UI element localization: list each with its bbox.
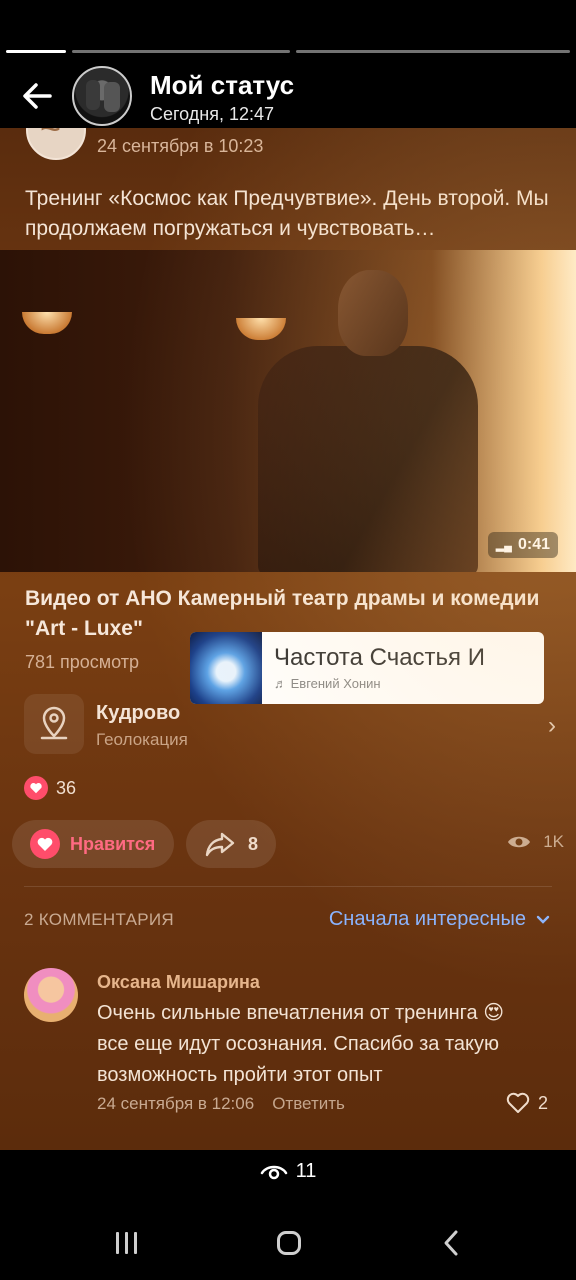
video-views: 781 просмотр [25, 652, 140, 672]
divider [24, 886, 552, 887]
home-icon[interactable] [277, 1231, 301, 1255]
group-logo[interactable] [26, 128, 86, 160]
post-text[interactable]: Тренинг «Космос как Предчувтвие». День в… [25, 184, 565, 244]
progress-segment [72, 50, 290, 53]
signal-icon: ▂▄ [495, 540, 512, 552]
back-arrow-icon[interactable] [20, 79, 54, 113]
geolocation-row[interactable]: Кудрово Геолокация › [24, 694, 564, 756]
comment-item: Оксана Мишарина Очень сильные впечатлени… [24, 968, 552, 1128]
page-title: Мой статус [150, 70, 295, 100]
share-count: 8 [248, 833, 259, 854]
song-title: Частота Счастья И [274, 644, 485, 671]
comment-author[interactable]: Оксана Мишарина [97, 972, 260, 993]
heart-icon [30, 829, 60, 859]
views-counter: 1K [507, 832, 564, 852]
comment-date: 24 сентября в 12:06 [97, 1094, 255, 1113]
sort-label: Сначала интересные [328, 908, 526, 930]
geo-name: Кудрово [96, 702, 181, 724]
eye-icon [508, 836, 531, 848]
progress-segment [296, 50, 570, 53]
story-viewers[interactable]: 11 [0, 1160, 576, 1183]
recent-apps-icon[interactable] [116, 1232, 140, 1254]
video-player[interactable]: ▂▄ 0:41 [0, 250, 576, 572]
story-progress [6, 50, 570, 54]
progress-segment [6, 50, 66, 53]
reply-button[interactable]: Ответить [272, 1094, 345, 1114]
video-duration: ▂▄ 0:41 [487, 532, 558, 558]
comment-like-count: 2 [537, 1092, 548, 1113]
comment-text: Очень сильные впечатления от тренинга 😍 … [97, 1002, 505, 1086]
comment-meta: 24 сентября в 12:06 Ответить [97, 1094, 345, 1114]
comments-header: 2 КОММЕНТАРИЯ [24, 910, 174, 929]
location-pin-icon [24, 694, 84, 754]
like-label: Нравится [70, 833, 156, 854]
views-count: 1K [543, 832, 564, 851]
repost-card: 24 сентября в 10:23 Тренинг «Космос как … [0, 128, 576, 1150]
song-artist: ♬ Евгений Хонин [274, 676, 381, 691]
post-actions: Нравится 8 1K [12, 820, 564, 870]
like-button[interactable]: Нравится [12, 820, 174, 868]
wall-lamp [22, 312, 72, 334]
commenter-avatar[interactable] [24, 968, 78, 1022]
share-arrow-icon [205, 832, 235, 857]
story-header: Мой статус Сегодня, 12:47 [0, 64, 576, 128]
viewers-count: 11 [295, 1160, 317, 1182]
heart-outline-icon [506, 1092, 530, 1113]
comment-like-button[interactable]: 2 [506, 1092, 548, 1114]
eye-icon [260, 1165, 287, 1179]
video-person [258, 270, 478, 572]
heart-icon [24, 776, 48, 800]
post-date: 24 сентября в 10:23 [97, 136, 264, 156]
back-nav-icon[interactable] [440, 1228, 462, 1258]
system-navbar [0, 1212, 576, 1280]
chevron-down-icon [536, 915, 550, 924]
story-timestamp: Сегодня, 12:47 [150, 104, 275, 124]
avatar[interactable] [72, 66, 132, 126]
share-button[interactable]: 8 [186, 820, 276, 868]
comments-sort-dropdown[interactable]: Сначала интересные [329, 908, 550, 931]
likes-count: 36 [56, 777, 77, 798]
geo-label: Геолокация [96, 730, 188, 749]
chevron-right-icon: › [548, 712, 556, 739]
likes-summary[interactable]: 36 [24, 774, 76, 802]
